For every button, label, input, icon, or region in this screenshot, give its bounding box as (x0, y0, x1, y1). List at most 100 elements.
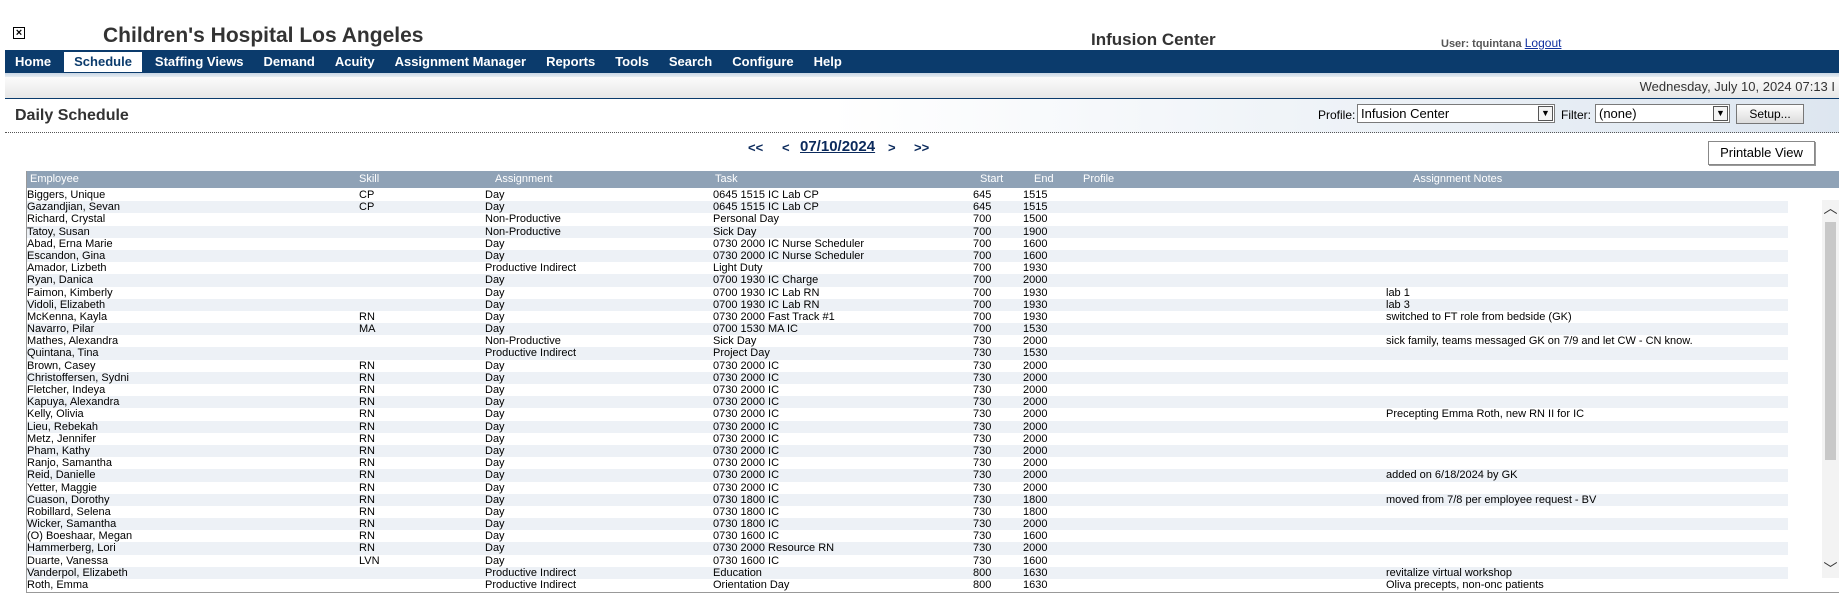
table-row[interactable]: Metz, Jennifer RN Day 0730 2000 IC 730 2000 (27, 433, 1788, 445)
employee-cell[interactable]: Richard, Crystal (27, 213, 105, 225)
table-row[interactable]: Navarro, Pilar MA Day 0700 1530 MA IC 700 153… (27, 323, 1788, 336)
table-row[interactable]: Richard, Crystal Non-Productive Personal D… (27, 213, 1788, 225)
filter-select[interactable]: (none) ▼ (1595, 104, 1730, 123)
scroll-up-icon[interactable]: ︿ (1822, 200, 1839, 217)
table-scrollbar[interactable]: ︿ ﹀ (1822, 200, 1839, 578)
first-page-link[interactable]: << (748, 140, 763, 155)
scroll-thumb[interactable] (1825, 222, 1836, 460)
employee-cell[interactable]: Christoffersen, Sydni (27, 372, 129, 384)
table-row[interactable]: Lieu, Rebekah RN Day 0730 2000 IC 730 2000 (27, 420, 1788, 433)
employee-cell[interactable]: Ranjo, Samantha (27, 457, 112, 469)
col-header-task[interactable]: Task (715, 173, 738, 185)
employee-cell[interactable]: Biggers, Unique (27, 189, 105, 201)
employee-cell[interactable]: Mathes, Alexandra (27, 335, 118, 347)
employee-cell[interactable]: McKenna, Kayla (27, 311, 107, 323)
scroll-down-icon[interactable]: ﹀ (1822, 561, 1839, 578)
table-row[interactable]: Amador, Lizbeth Productive Indirect Light … (27, 262, 1788, 274)
menu-item-search[interactable]: Search (659, 52, 722, 72)
employee-cell[interactable]: Faimon, Kimberly (27, 287, 113, 299)
col-header-skill[interactable]: Skill (359, 173, 379, 185)
current-date-link[interactable]: 07/10/2024 (800, 138, 875, 155)
employee-cell[interactable]: Roth, Emma (27, 579, 88, 591)
menu-item-demand[interactable]: Demand (254, 52, 325, 72)
table-row[interactable]: Christoffersen, Sydni RN Day 0730 2000 IC 73… (27, 371, 1788, 384)
table-row[interactable]: (O) Boeshaar, Megan RN Day 0730 1600 IC 730 1… (27, 530, 1788, 542)
table-row[interactable]: Vanderpol, Elizabeth Productive Indirect E… (27, 566, 1788, 579)
employee-cell[interactable]: Lieu, Rebekah (27, 421, 98, 433)
table-row[interactable]: Kapuya, Alexandra RN Day 0730 2000 IC 730 200… (27, 396, 1788, 409)
employee-cell[interactable]: Metz, Jennifer (27, 433, 96, 445)
employee-cell[interactable]: (O) Boeshaar, Megan (27, 530, 132, 542)
col-header-start[interactable]: Start (980, 173, 1003, 185)
table-row[interactable]: Mathes, Alexandra Non-Productive Sick Day 7… (27, 335, 1788, 347)
chevron-down-icon[interactable]: ▼ (1713, 106, 1728, 121)
printable-view-button[interactable]: Printable View (1708, 141, 1815, 165)
profile-select[interactable]: Infusion Center ▼ (1357, 104, 1555, 123)
employee-cell[interactable]: Yetter, Maggie (27, 482, 97, 494)
chevron-down-icon[interactable]: ▼ (1538, 106, 1553, 121)
menu-item-staffing-views[interactable]: Staffing Views (145, 52, 254, 72)
logout-link[interactable]: Logout (1525, 36, 1562, 50)
employee-cell[interactable]: Navarro, Pilar (27, 323, 94, 335)
menu-item-home[interactable]: Home (5, 52, 61, 72)
table-row[interactable]: Hammerberg, Lori RN Day 0730 2000 Resource … (27, 542, 1788, 555)
prev-day-link[interactable]: < (782, 140, 790, 155)
setup-button[interactable]: Setup... (1736, 104, 1804, 124)
table-row[interactable]: Duarte, Vanessa LVN Day 0730 1600 IC 730 1600 (27, 555, 1788, 567)
employee-cell[interactable]: Escandon, Gina (27, 250, 105, 262)
employee-cell[interactable]: Vidoli, Elizabeth (27, 299, 105, 311)
last-page-link[interactable]: >> (914, 140, 929, 155)
employee-cell[interactable]: Duarte, Vanessa (27, 555, 108, 567)
col-header-notes[interactable]: Assignment Notes (1413, 173, 1502, 185)
employee-cell[interactable]: Kapuya, Alexandra (27, 396, 119, 408)
table-row[interactable]: Roth, Emma Productive Indirect Orientation… (27, 579, 1788, 591)
table-row[interactable]: Gazandjian, Sevan CP Day 0645 1515 IC Lab C… (27, 201, 1788, 214)
next-day-link[interactable]: > (888, 140, 896, 155)
table-row[interactable]: Faimon, Kimberly Day 0700 1930 IC Lab RN 70… (27, 287, 1788, 299)
col-header-profile[interactable]: Profile (1083, 173, 1114, 185)
menu-item-acuity[interactable]: Acuity (325, 52, 385, 72)
table-row[interactable]: Pham, Kathy RN Day 0730 2000 IC 730 2000 (27, 444, 1788, 458)
employee-cell[interactable]: Brown, Casey (27, 360, 95, 372)
employee-cell[interactable]: Hammerberg, Lori (27, 542, 116, 554)
col-header-employee[interactable]: Employee (30, 173, 79, 185)
employee-cell[interactable]: Fletcher, Indeya (27, 384, 105, 396)
employee-cell[interactable]: Pham, Kathy (27, 445, 90, 457)
menu-item-tools[interactable]: Tools (605, 52, 659, 72)
menu-item-reports[interactable]: Reports (536, 52, 605, 72)
table-row[interactable]: Cuason, Dorothy RN Day 0730 1800 IC 730 1800 m… (27, 493, 1788, 506)
menu-item-schedule[interactable]: Schedule (64, 51, 142, 72)
table-row[interactable]: Ranjo, Samantha RN Day 0730 2000 IC 730 2000 (27, 457, 1788, 469)
table-row[interactable]: Kelly, Olivia RN Day 0730 2000 IC 730 2000 Pre… (27, 408, 1788, 420)
table-row[interactable]: Robillard, Selena RN Day 0730 1800 IC 730 180… (27, 506, 1788, 518)
table-row[interactable]: Quintana, Tina Productive Indirect Project… (27, 347, 1788, 360)
col-header-assignment[interactable]: Assignment (495, 173, 552, 185)
menu-item-help[interactable]: Help (804, 52, 852, 72)
employee-cell[interactable]: Gazandjian, Sevan (27, 201, 120, 213)
table-row[interactable]: Reid, Danielle RN Day 0730 2000 IC 730 2000 ad… (27, 469, 1788, 482)
employee-cell[interactable]: Tatoy, Susan (27, 226, 90, 238)
table-row[interactable]: Brown, Casey RN Day 0730 2000 IC 730 2000 (27, 360, 1788, 372)
employee-cell[interactable]: Kelly, Olivia (27, 408, 84, 420)
employee-cell[interactable]: Vanderpol, Elizabeth (27, 567, 128, 579)
employee-cell[interactable]: Reid, Danielle (27, 469, 95, 481)
table-row[interactable]: McKenna, Kayla RN Day 0730 2000 Fast Track … (27, 311, 1788, 323)
table-row[interactable]: Ryan, Danica Day 0700 1930 IC Charge 700 200… (27, 274, 1788, 287)
table-row[interactable]: Yetter, Maggie RN Day 0730 2000 IC 730 2000 (27, 482, 1788, 494)
table-row[interactable]: Biggers, Unique CP Day 0645 1515 IC Lab CP 6… (27, 189, 1788, 201)
employee-cell[interactable]: Ryan, Danica (27, 274, 93, 286)
employee-cell[interactable]: Robillard, Selena (27, 506, 111, 518)
employee-cell[interactable]: Cuason, Dorothy (27, 494, 110, 506)
table-row[interactable]: Tatoy, Susan Non-Productive Sick Day 700 190… (27, 225, 1788, 238)
table-row[interactable]: Vidoli, Elizabeth Day 0700 1930 IC Lab RN 7… (27, 298, 1788, 311)
employee-cell[interactable]: Wicker, Samantha (27, 518, 116, 530)
col-header-end[interactable]: End (1034, 173, 1054, 185)
table-row[interactable]: Fletcher, Indeya RN Day 0730 2000 IC 730 2000 (27, 384, 1788, 396)
table-row[interactable]: Abad, Erna Marie Day 0730 2000 IC Nurse Sc… (27, 238, 1788, 250)
menu-item-assignment-manager[interactable]: Assignment Manager (385, 52, 536, 72)
employee-cell[interactable]: Quintana, Tina (27, 347, 99, 359)
table-row[interactable]: Escandon, Gina Day 0730 2000 IC Nurse Sche… (27, 249, 1788, 263)
table-row[interactable]: Wicker, Samantha RN Day 0730 1800 IC 730 2000 (27, 518, 1788, 531)
employee-cell[interactable]: Abad, Erna Marie (27, 238, 113, 250)
employee-cell[interactable]: Amador, Lizbeth (27, 262, 107, 274)
